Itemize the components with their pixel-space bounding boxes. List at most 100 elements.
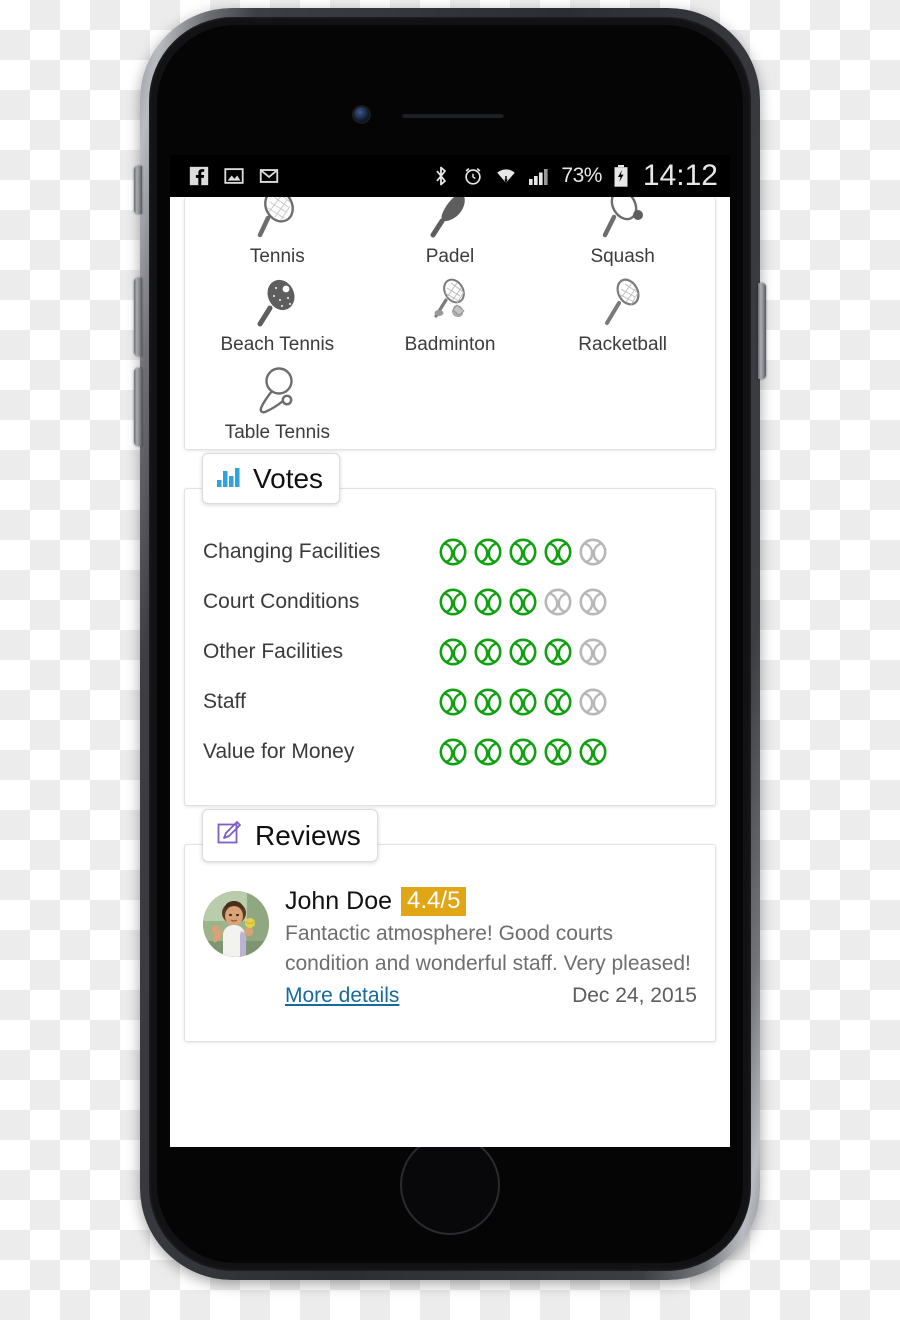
tennis-ball-icon (579, 638, 607, 666)
tennis-ball-icon (509, 688, 537, 716)
reviews-title: Reviews (255, 819, 361, 851)
review-author: John Doe (285, 887, 393, 916)
signal-icon (528, 166, 550, 186)
volume-down-button[interactable] (134, 368, 142, 446)
review-item: John Doe 4.4/5 Fantactic atmosphere! Goo… (203, 887, 697, 1008)
tennis-ball-icon (579, 738, 607, 766)
tennis-ball-icon (579, 538, 607, 566)
tennis-ball-icon (544, 738, 572, 766)
beach-tennis-racket-icon (254, 278, 300, 330)
reviews-card: John Doe 4.4/5 Fantactic atmosphere! Goo… (184, 844, 716, 1042)
review-header: John Doe 4.4/5 (285, 887, 697, 917)
rating-balls[interactable] (438, 537, 608, 567)
vote-label: Changing Facilities (203, 540, 381, 563)
status-bar: 73% 14:12 (170, 155, 730, 197)
sport-item-tennis[interactable]: Tennis (191, 197, 364, 268)
tennis-ball-icon (579, 588, 607, 616)
reviews-section-badge: Reviews (202, 809, 378, 862)
clock: 14:12 (642, 159, 718, 192)
rating-balls[interactable] (438, 687, 608, 717)
rating-balls[interactable] (438, 737, 608, 767)
sport-item-padel[interactable]: Padel (364, 197, 537, 268)
status-bar-notifications (188, 165, 280, 187)
vote-row: Staff (203, 677, 697, 727)
tennis-ball-icon (509, 588, 537, 616)
sport-label: Squash (590, 246, 655, 267)
wifi-icon (495, 165, 517, 187)
sport-item-table-tennis[interactable]: Table Tennis (191, 360, 364, 444)
tennis-ball-icon (509, 738, 537, 766)
votes-section-badge: Votes (202, 453, 341, 504)
tennis-ball-icon (509, 538, 537, 566)
tennis-ball-icon (544, 588, 572, 616)
votes-card: Changing Facilities Court Conditions Oth… (184, 488, 716, 806)
tennis-ball-icon (439, 638, 467, 666)
volume-up-button[interactable] (134, 278, 142, 356)
alarm-icon (462, 165, 484, 187)
vote-label: Court Conditions (203, 590, 360, 613)
avatar (203, 891, 269, 957)
tennis-ball-icon (474, 588, 502, 616)
gmail-icon (258, 165, 280, 187)
tennis-ball-icon (474, 638, 502, 666)
table-tennis-paddle-icon (254, 366, 300, 418)
tennis-ball-icon (439, 588, 467, 616)
bar-chart-icon (216, 463, 242, 494)
tennis-ball-icon (474, 738, 502, 766)
review-text: Fantactic atmosphere! Good courts condit… (285, 922, 691, 975)
sport-label: Badminton (404, 334, 496, 355)
review-rating-badge: 4.4/5 (401, 887, 467, 917)
tennis-ball-icon (439, 538, 467, 566)
bluetooth-icon (431, 164, 451, 188)
home-button[interactable] (400, 1135, 500, 1235)
sports-grid: Tennis Padel Squash Beach Tennis Badmint… (185, 197, 715, 444)
earpiece-speaker (402, 113, 504, 118)
vote-row: Other Facilities (203, 627, 697, 677)
power-button[interactable] (758, 283, 766, 379)
votes-title: Votes (253, 462, 324, 494)
sport-label: Padel (425, 246, 475, 267)
tennis-ball-icon (544, 638, 572, 666)
rating-balls[interactable] (438, 637, 608, 667)
sport-item-racketball[interactable]: Racketball (536, 272, 709, 356)
tennis-racket-icon (254, 197, 300, 242)
sport-item-squash[interactable]: Squash (536, 197, 709, 268)
votes-section: Votes Changing Facilities Court Conditio… (184, 453, 716, 806)
sports-card: Tennis Padel Squash Beach Tennis Badmint… (184, 197, 716, 450)
phone-screen: 73% 14:12 Tennis Padel Squash Beach Tenn… (170, 155, 730, 1147)
racketball-racket-icon (600, 278, 646, 330)
tennis-ball-icon (474, 538, 502, 566)
vote-label: Staff (203, 690, 246, 713)
tennis-ball-icon (544, 538, 572, 566)
squash-racket-icon (600, 197, 646, 242)
sport-item-badminton[interactable]: Badminton (364, 272, 537, 356)
sport-label: Beach Tennis (220, 334, 335, 355)
silence-switch[interactable] (134, 166, 142, 214)
badminton-racket-icon (427, 278, 473, 330)
tennis-ball-icon (474, 688, 502, 716)
padel-racket-icon (427, 197, 473, 242)
rating-balls[interactable] (438, 587, 608, 617)
vote-row: Court Conditions (203, 577, 697, 627)
tennis-ball-icon (439, 738, 467, 766)
vote-label: Value for Money (203, 740, 355, 763)
tennis-ball-icon (439, 688, 467, 716)
photos-icon (223, 165, 245, 187)
sport-label: Table Tennis (224, 422, 330, 443)
facebook-icon (188, 165, 210, 187)
tennis-ball-icon (544, 688, 572, 716)
review-body: John Doe 4.4/5 Fantactic atmosphere! Goo… (285, 887, 697, 1008)
sport-label: Racketball (578, 334, 668, 355)
review-date: Dec 24, 2015 (572, 983, 697, 1007)
app-content: Tennis Padel Squash Beach Tennis Badmint… (170, 197, 730, 1147)
edit-square-icon (216, 819, 244, 852)
tennis-ball-icon (509, 638, 537, 666)
sport-item-beach-tennis[interactable]: Beach Tennis (191, 272, 364, 356)
tennis-ball-icon (579, 688, 607, 716)
vote-row: Value for Money (203, 727, 697, 777)
more-details-link[interactable]: More details (285, 984, 399, 1008)
review-footer: More details Dec 24, 2015 (285, 984, 697, 1008)
vote-row: Changing Facilities (203, 527, 697, 577)
front-camera-icon (354, 107, 369, 122)
status-bar-system: 73% 14:12 (431, 159, 718, 193)
